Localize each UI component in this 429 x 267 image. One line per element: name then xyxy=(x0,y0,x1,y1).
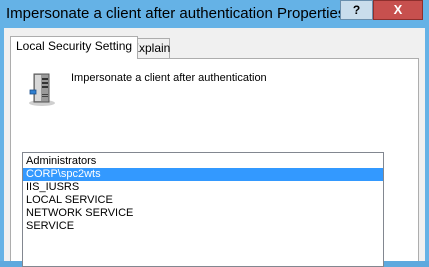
server-icon xyxy=(29,73,55,106)
properties-window: Impersonate a client after authenticatio… xyxy=(0,0,429,267)
policy-name: Impersonate a client after authenticatio… xyxy=(71,72,267,84)
list-item[interactable]: LOCAL SERVICE xyxy=(23,194,383,207)
list-item[interactable]: SERVICE xyxy=(23,220,383,233)
close-button[interactable]: X xyxy=(373,0,423,20)
help-button[interactable]: ? xyxy=(340,0,373,20)
tab-panel: Impersonate a client after authenticatio… xyxy=(10,58,419,267)
list-item[interactable]: Administrators xyxy=(23,155,383,168)
list-item[interactable]: IIS_IUSRS xyxy=(23,181,383,194)
list-item[interactable]: NETWORK SERVICE xyxy=(23,207,383,220)
dialog-body: Local Security Setting Explain Impersona… xyxy=(4,28,425,267)
list-item-selected[interactable]: CORP\spc2wts xyxy=(23,168,383,181)
accounts-list[interactable]: Administrators CORP\spc2wts IIS_IUSRS LO… xyxy=(22,152,384,267)
tab-local-security-setting[interactable]: Local Security Setting xyxy=(10,36,139,59)
window-title: Impersonate a client after authenticatio… xyxy=(6,5,346,22)
